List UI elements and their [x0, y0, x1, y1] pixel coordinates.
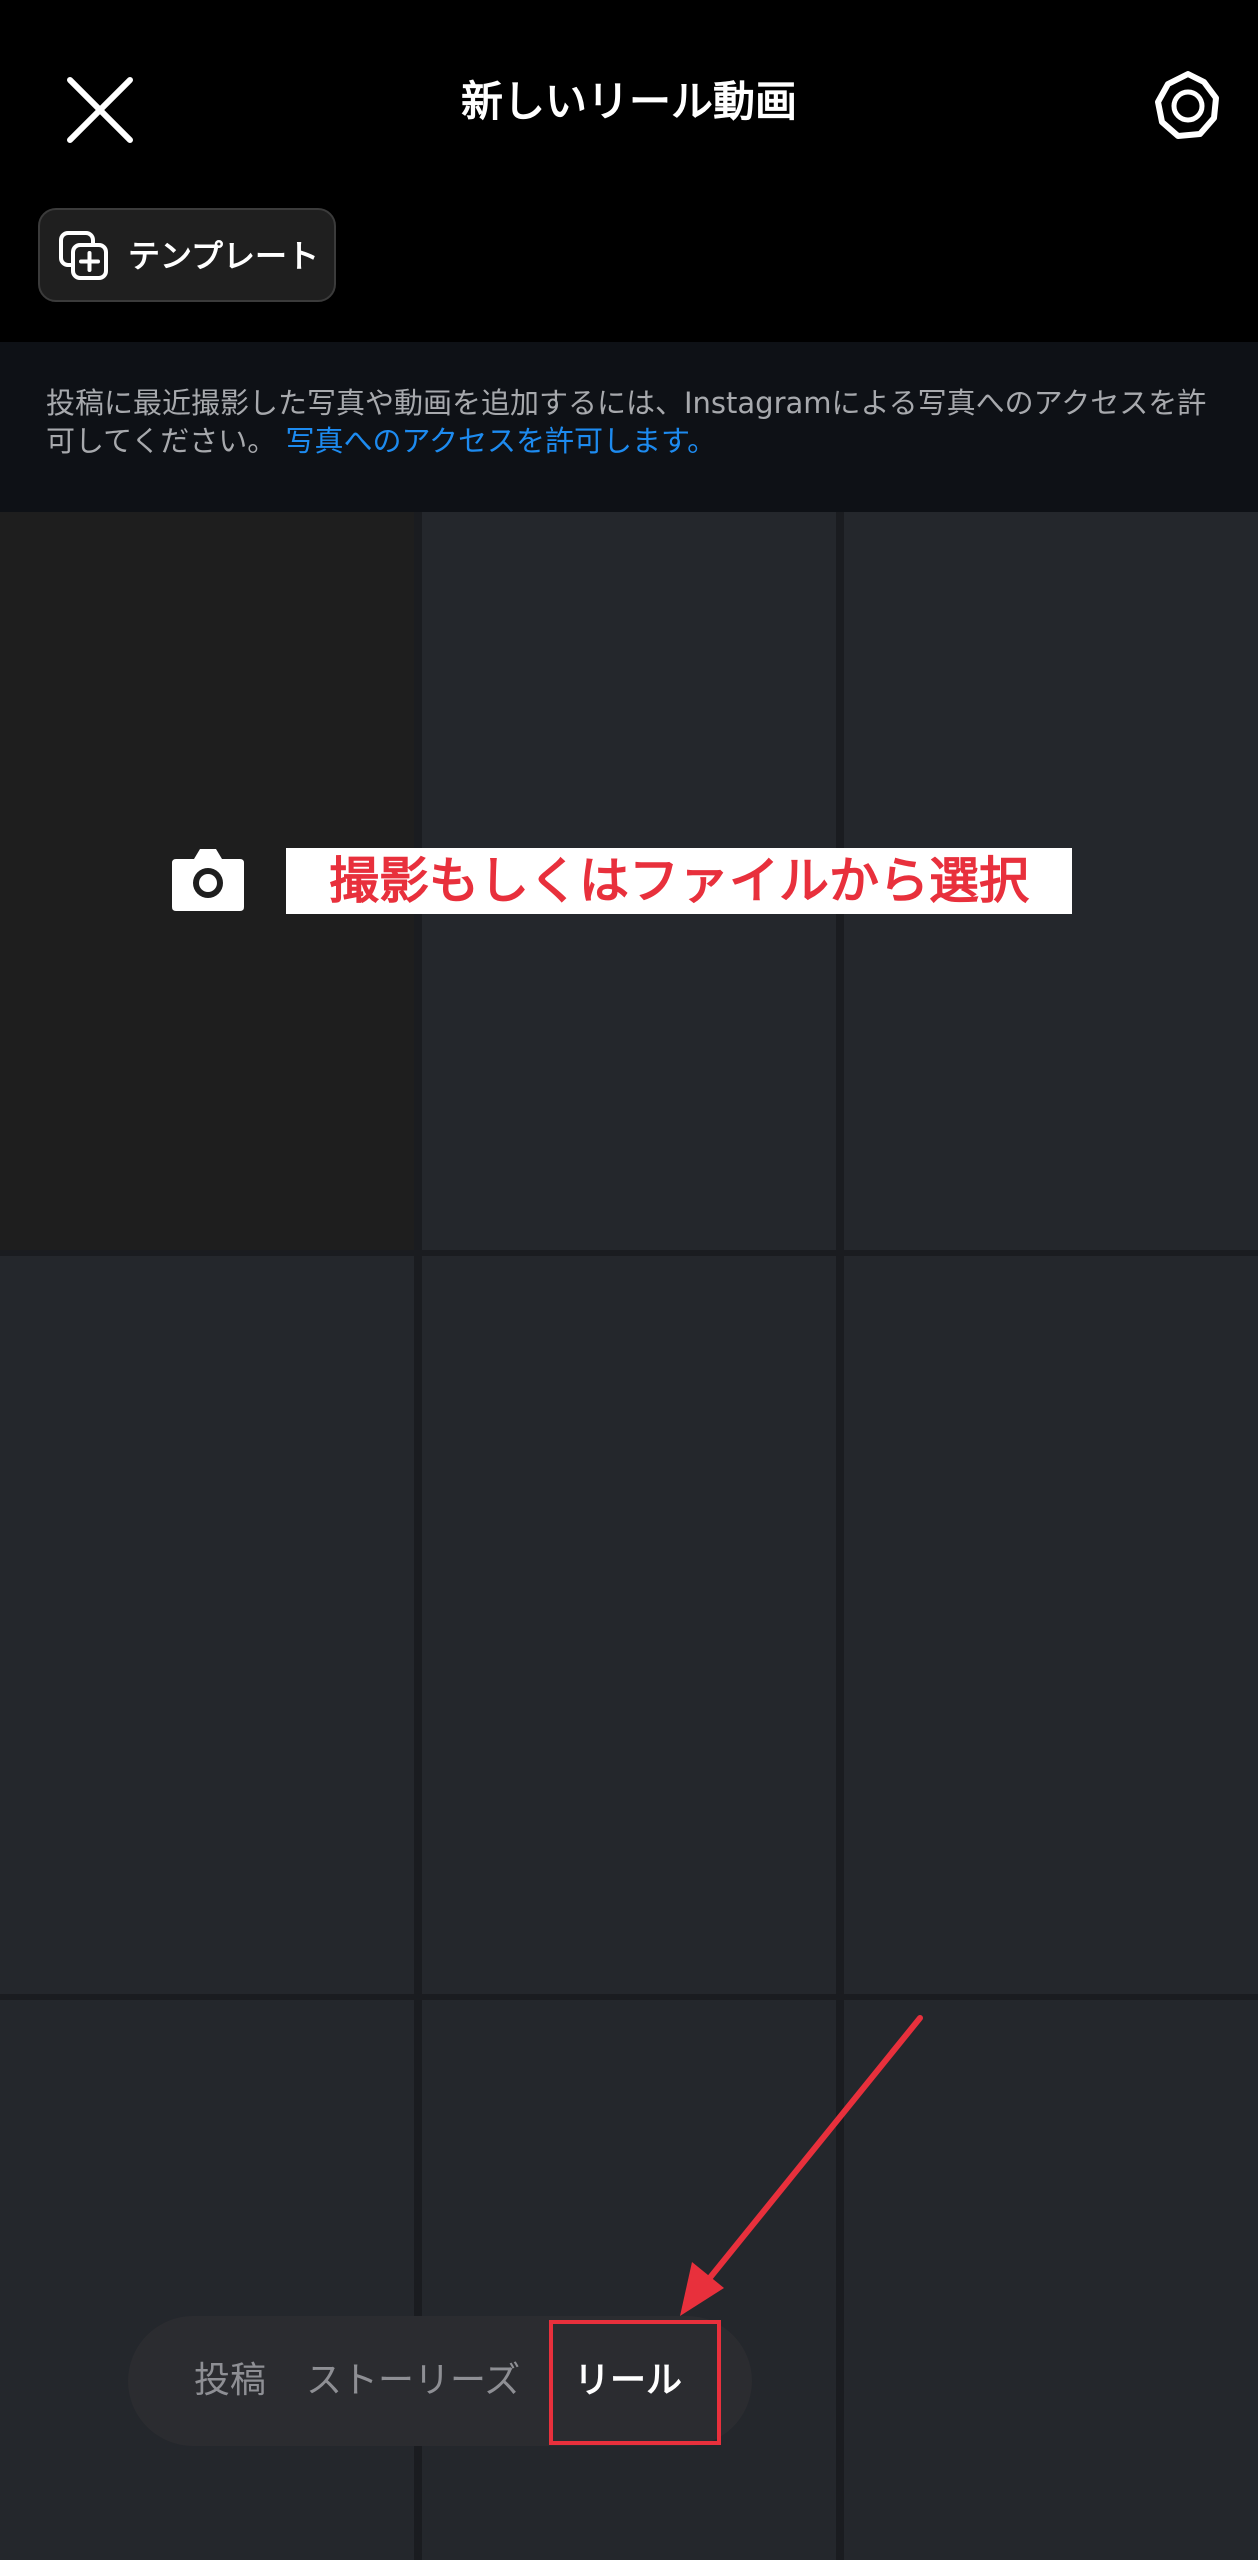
grid-cell[interactable] — [422, 2000, 836, 2560]
camera-button[interactable] — [170, 845, 246, 913]
page-title: 新しいリール動画 — [460, 77, 797, 126]
allow-photo-access-link[interactable]: 写真へのアクセスを許可します。 — [285, 424, 716, 458]
grid-cell[interactable] — [0, 1256, 414, 1994]
tab-post[interactable]: 投稿 — [194, 2316, 266, 2446]
template-button[interactable]: テンプレート — [38, 208, 336, 302]
template-add-icon — [59, 231, 108, 280]
settings-button[interactable] — [1152, 70, 1224, 142]
notice-text-block: 投稿に最近撮影した写真や動画を追加するには、Instagramによる写真へのアク… — [46, 384, 1226, 460]
tab-stories[interactable]: ストーリーズ — [306, 2316, 520, 2446]
settings-gear-icon — [1155, 71, 1219, 139]
grid-cell[interactable] — [844, 2000, 1258, 2560]
annotation-highlight-box — [549, 2320, 721, 2445]
media-grid — [0, 512, 1258, 2560]
top-bar: 新しいリール動画 テンプレート — [0, 0, 1258, 342]
grid-cell[interactable] — [844, 1256, 1258, 1994]
photo-access-notice: 投稿に最近撮影した写真や動画を追加するには、Instagramによる写真へのアク… — [0, 342, 1258, 512]
grid-cell[interactable] — [0, 2000, 414, 2560]
grid-cell[interactable] — [422, 1256, 836, 1994]
annotation-label: 撮影もしくはファイルから選択 — [286, 848, 1072, 914]
template-label: テンプレート — [128, 237, 320, 275]
camera-icon — [172, 849, 244, 911]
